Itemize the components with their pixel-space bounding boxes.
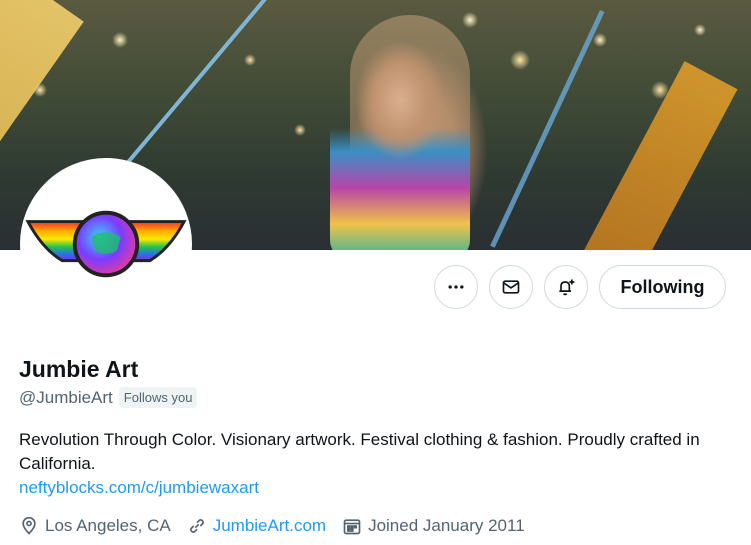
banner-rope-2 bbox=[490, 10, 605, 248]
notifications-button[interactable] bbox=[544, 265, 588, 309]
location-text: Los Angeles, CA bbox=[45, 516, 171, 535]
bell-plus-icon bbox=[559, 279, 575, 296]
location-pin-icon bbox=[22, 516, 36, 535]
follows-you-badge: Follows you bbox=[118, 387, 198, 408]
profile-meta: Los Angeles, CA JumbieArt.com Joined Jan… bbox=[19, 516, 541, 536]
username: @JumbieArt bbox=[19, 387, 113, 407]
more-icon bbox=[448, 285, 464, 289]
mail-icon bbox=[502, 280, 520, 294]
profile-actions: Following bbox=[0, 265, 751, 309]
bio-link[interactable]: neftyblocks.com/c/jumbiewaxart bbox=[19, 478, 259, 498]
display-name: Jumbie Art bbox=[19, 356, 139, 382]
handle-row: @JumbieArt Follows you bbox=[19, 387, 198, 408]
location: Los Angeles, CA bbox=[19, 516, 171, 536]
joined-date: Joined January 2011 bbox=[342, 516, 525, 536]
message-button[interactable] bbox=[489, 265, 533, 309]
banner-orange-cloth bbox=[562, 61, 738, 250]
website[interactable]: JumbieArt.com bbox=[187, 516, 326, 536]
calendar-icon bbox=[343, 519, 361, 535]
more-button[interactable] bbox=[434, 265, 478, 309]
joined-text: Joined January 2011 bbox=[368, 516, 525, 535]
website-link[interactable]: JumbieArt.com bbox=[213, 516, 326, 536]
banner-person bbox=[330, 20, 470, 250]
bio: Revolution Through Color. Visionary artw… bbox=[19, 430, 700, 473]
link-icon bbox=[189, 519, 204, 533]
following-button[interactable]: Following bbox=[599, 265, 726, 309]
